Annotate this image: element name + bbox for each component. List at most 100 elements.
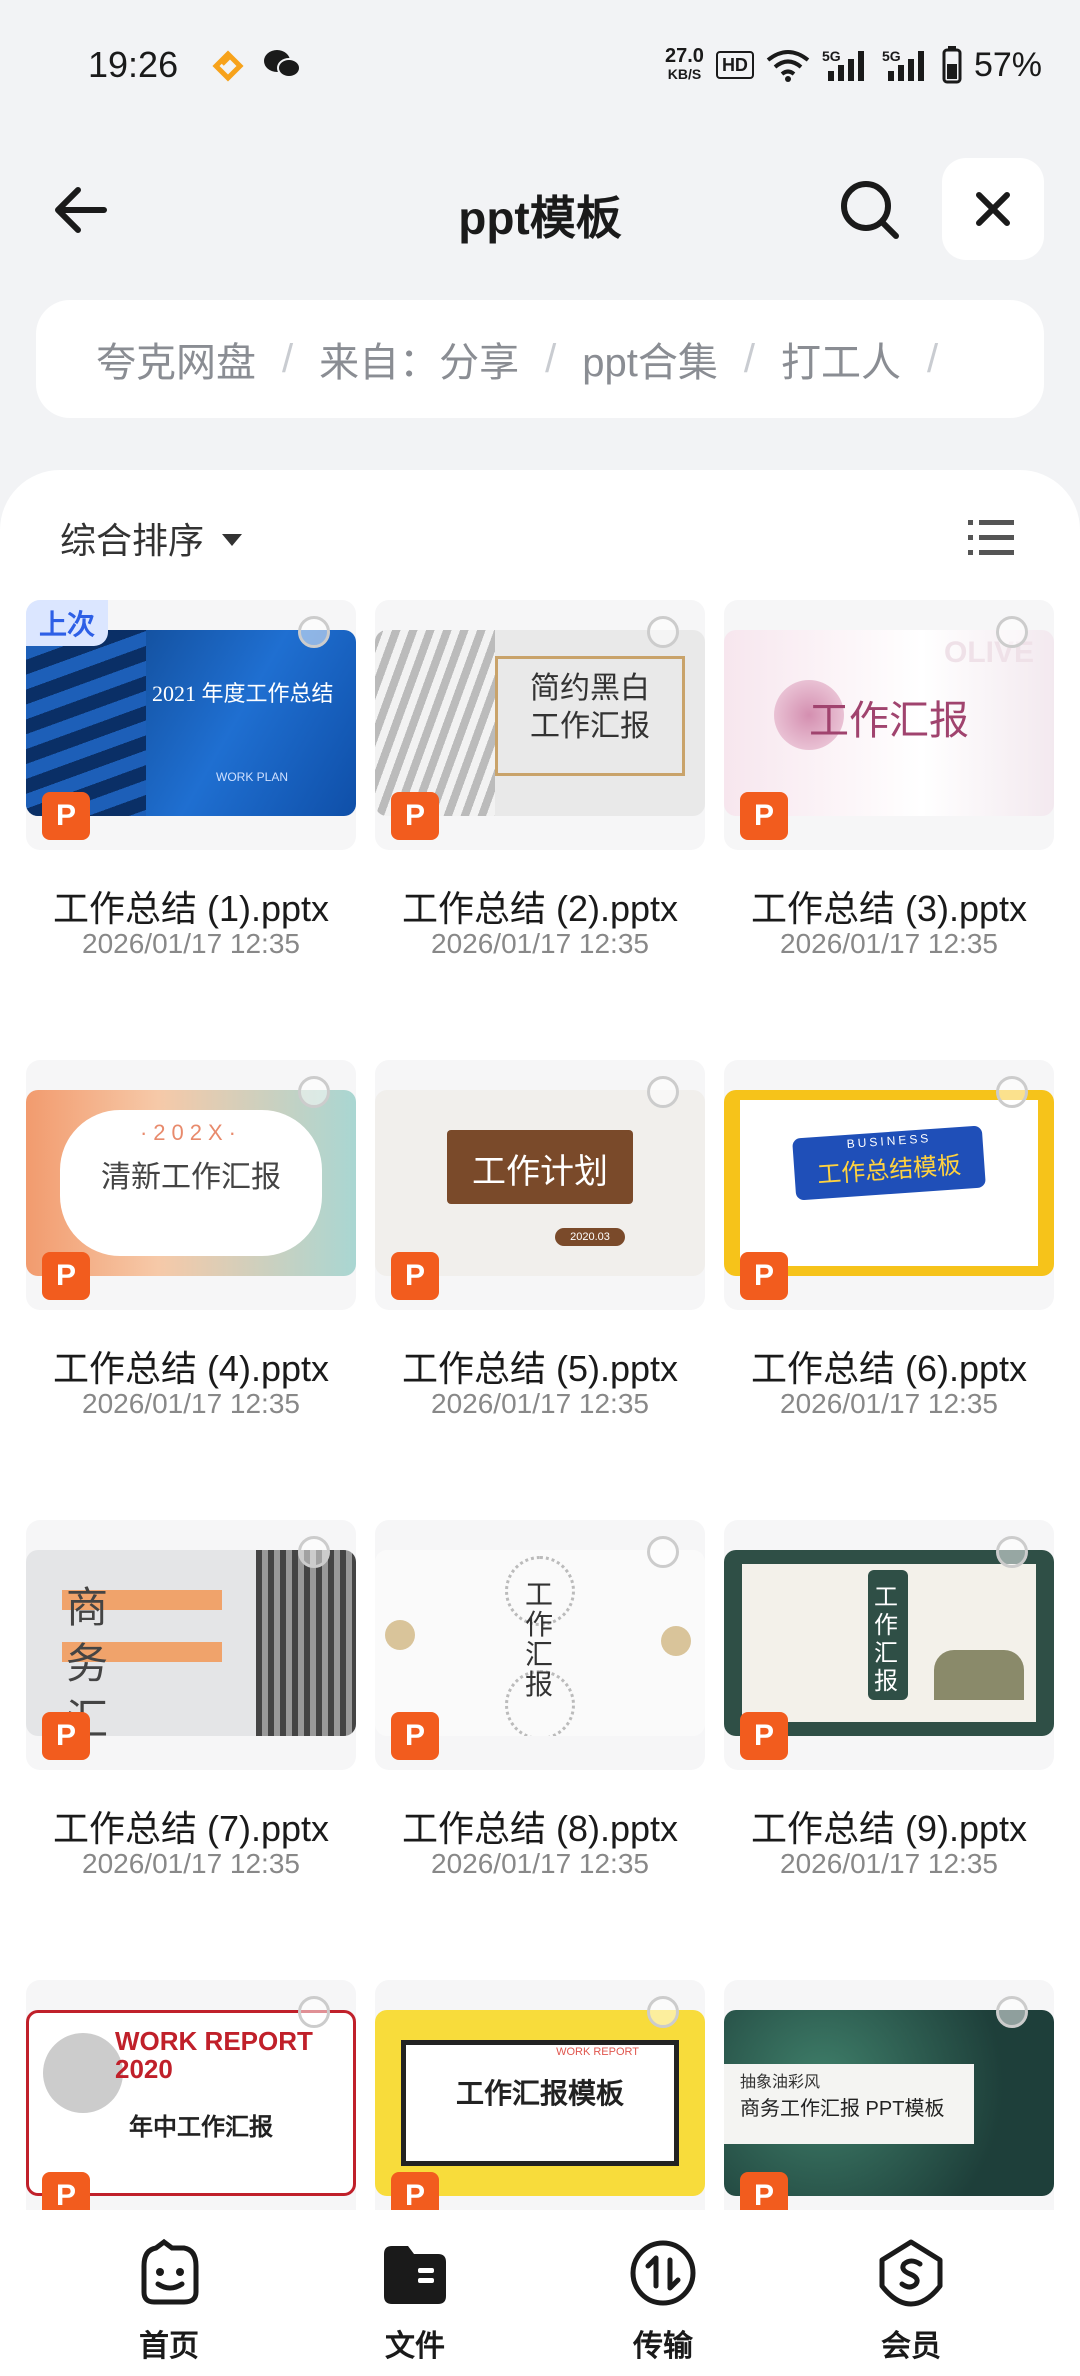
thumbnail: WORK REPORT 2020 年中工作汇报 bbox=[26, 2010, 356, 2196]
thumbnail-frame: BUSINESS 工作总结模板 P bbox=[724, 1060, 1054, 1310]
transfer-icon bbox=[630, 2240, 696, 2306]
breadcrumb: 夸克网盘 / 来自：分享 / ppt合集 / 打工人 / bbox=[36, 300, 1044, 418]
select-radio[interactable] bbox=[996, 1536, 1028, 1568]
signal-icon: 5G bbox=[882, 48, 924, 81]
file-name: 工作总结 (2).pptx bbox=[401, 888, 679, 929]
file-card[interactable]: 2021 年度工作总结 WORK PLAN 上次 P 工作总结 (1).pptx… bbox=[26, 600, 356, 1020]
page-title: ppt模板 bbox=[458, 192, 622, 244]
file-date: 2026/01/17 12:35 bbox=[82, 1848, 300, 1879]
chevron-down-icon bbox=[222, 534, 243, 546]
ppt-file-icon: P bbox=[42, 1252, 90, 1300]
ppt-file-icon: P bbox=[391, 792, 439, 840]
file-name: 工作总结 (4).pptx bbox=[52, 1348, 330, 1389]
file-card[interactable]: 工作汇报 OLIVE P 工作总结 (3).pptx 2026/01/17 12… bbox=[724, 600, 1054, 1020]
thumbnail-frame: WORK REPORT 工作汇报模板 P bbox=[375, 1980, 705, 2210]
close-icon bbox=[976, 192, 1010, 226]
tab-label: 首页 bbox=[139, 2330, 199, 2363]
file-date: 2026/01/17 12:35 bbox=[82, 928, 300, 959]
thumbnail-frame: 工作汇报 P bbox=[724, 1520, 1054, 1770]
file-card[interactable]: WORK REPORT 工作汇报模板 P bbox=[375, 1980, 705, 2210]
hd-badge: HD bbox=[715, 51, 754, 79]
file-name: 工作总结 (9).pptx bbox=[750, 1808, 1028, 1849]
select-radio[interactable] bbox=[647, 616, 679, 648]
file-date: 2026/01/17 12:35 bbox=[780, 1848, 998, 1879]
select-radio[interactable] bbox=[298, 1536, 330, 1568]
wifi-icon bbox=[766, 50, 810, 82]
file-card[interactable]: 简约黑白工作汇报 P 工作总结 (2).pptx 2026/01/17 12:3… bbox=[375, 600, 705, 1020]
thumbnail-frame: 工作计划 2020.03 P bbox=[375, 1060, 705, 1310]
select-radio[interactable] bbox=[298, 1076, 330, 1108]
file-name: 工作总结 (8).pptx bbox=[401, 1808, 679, 1849]
file-date: 2026/01/17 12:35 bbox=[780, 1388, 998, 1419]
sort-dropdown[interactable]: 综合排序 bbox=[60, 512, 243, 564]
file-date: 2026/01/17 12:35 bbox=[431, 1388, 649, 1419]
svg-text:5G: 5G bbox=[822, 48, 841, 64]
breadcrumb-item[interactable]: 来自：分享 bbox=[319, 330, 519, 388]
file-card[interactable]: 工作汇报 P 工作总结 (9).pptx 2026/01/17 12:35 bbox=[724, 1520, 1054, 1940]
thumbnail-frame: 抽象油彩风 商务工作汇报 PPT模板 P bbox=[724, 1980, 1054, 2210]
thumbnail-frame: WORK REPORT 2020 年中工作汇报 P bbox=[26, 1980, 356, 2210]
thumbnail: 工作计划 2020.03 bbox=[375, 1090, 705, 1276]
file-card[interactable]: BUSINESS 工作总结模板 P 工作总结 (6).pptx 2026/01/… bbox=[724, 1060, 1054, 1480]
thumbnail: 商 务 汇 报 bbox=[26, 1550, 356, 1736]
thumbnail-frame: 简约黑白工作汇报 P bbox=[375, 600, 705, 850]
tab-home[interactable]: 首页 bbox=[104, 2238, 234, 2365]
sort-label: 综合排序 bbox=[60, 520, 205, 561]
ppt-file-icon: P bbox=[391, 1252, 439, 1300]
tab-files[interactable]: 文件 bbox=[350, 2238, 480, 2365]
tab-label: 传输 bbox=[633, 2330, 693, 2363]
ppt-file-icon: P bbox=[42, 1712, 90, 1760]
breadcrumb-separator: / bbox=[743, 336, 755, 381]
select-radio[interactable] bbox=[996, 1996, 1028, 2028]
tab-transfer[interactable]: 传输 bbox=[598, 2238, 728, 2365]
ppt-file-icon: P bbox=[391, 1712, 439, 1760]
ppt-file-icon: P bbox=[740, 792, 788, 840]
breadcrumb-item[interactable]: 打工人 bbox=[781, 330, 901, 388]
search-icon[interactable] bbox=[838, 178, 902, 242]
recent-badge: 上次 bbox=[26, 600, 108, 646]
file-name: 工作总结 (7).pptx bbox=[52, 1808, 330, 1849]
thumbnail: 2021 年度工作总结 WORK PLAN bbox=[26, 630, 356, 816]
select-radio[interactable] bbox=[647, 1536, 679, 1568]
thumbnail-frame: 2021 年度工作总结 WORK PLAN 上次 P bbox=[26, 600, 356, 850]
select-radio[interactable] bbox=[298, 616, 330, 648]
net-speed: 27.0 KB/S bbox=[665, 45, 704, 82]
select-radio[interactable] bbox=[996, 616, 1028, 648]
select-radio[interactable] bbox=[647, 1996, 679, 2028]
file-name: 工作总结 (6).pptx bbox=[750, 1348, 1028, 1389]
app-notification-icon bbox=[212, 50, 244, 82]
thumbnail-frame: ·202X· 清新工作汇报 P bbox=[26, 1060, 356, 1310]
file-card[interactable]: 工作汇报 P 工作总结 (8).pptx 2026/01/17 12:35 bbox=[375, 1520, 705, 1940]
ppt-file-icon: P bbox=[42, 2172, 90, 2210]
tab-member[interactable]: 会员 bbox=[846, 2238, 976, 2365]
ppt-file-icon: P bbox=[740, 2172, 788, 2210]
status-right: 27.0 KB/S HD 5G 5G 57% bbox=[665, 40, 1042, 90]
tab-label: 会员 bbox=[881, 2330, 941, 2363]
select-radio[interactable] bbox=[996, 1076, 1028, 1108]
thumbnail: 工作汇报 bbox=[724, 1550, 1054, 1736]
smile-box-icon bbox=[141, 2238, 199, 2305]
file-date: 2026/01/17 12:35 bbox=[431, 1848, 649, 1879]
status-bar: 19:26 27.0 KB/S HD 5G 5G 57% bbox=[0, 0, 1080, 120]
file-card[interactable]: 抽象油彩风 商务工作汇报 PPT模板 P bbox=[724, 1980, 1054, 2210]
thumbnail-frame: 商 务 汇 报 P bbox=[26, 1520, 356, 1770]
breadcrumb-item[interactable]: 夸克网盘 bbox=[96, 330, 256, 388]
ppt-file-icon: P bbox=[740, 1712, 788, 1760]
file-card[interactable]: 商 务 汇 报 P 工作总结 (7).pptx 2026/01/17 12:35 bbox=[26, 1520, 356, 1940]
member-icon bbox=[879, 2239, 943, 2307]
file-card[interactable]: ·202X· 清新工作汇报 P 工作总结 (4).pptx 2026/01/17… bbox=[26, 1060, 356, 1480]
close-button[interactable] bbox=[942, 158, 1044, 260]
file-card[interactable]: WORK REPORT 2020 年中工作汇报 P bbox=[26, 1980, 356, 2210]
select-radio[interactable] bbox=[647, 1076, 679, 1108]
battery-percent: 57% bbox=[973, 45, 1042, 84]
file-date: 2026/01/17 12:35 bbox=[780, 928, 998, 959]
file-card[interactable]: 工作计划 2020.03 P 工作总结 (5).pptx 2026/01/17 … bbox=[375, 1060, 705, 1480]
tab-label: 文件 bbox=[385, 2330, 445, 2363]
thumbnail: 工作汇报 OLIVE bbox=[724, 630, 1054, 816]
file-name: 工作总结 (3).pptx bbox=[750, 888, 1028, 929]
select-radio[interactable] bbox=[298, 1996, 330, 2028]
file-name: 工作总结 (1).pptx bbox=[52, 888, 330, 929]
list-view-icon[interactable] bbox=[968, 518, 1014, 558]
signal-icon: 5G bbox=[822, 48, 864, 81]
breadcrumb-item[interactable]: ppt合集 bbox=[582, 330, 718, 388]
